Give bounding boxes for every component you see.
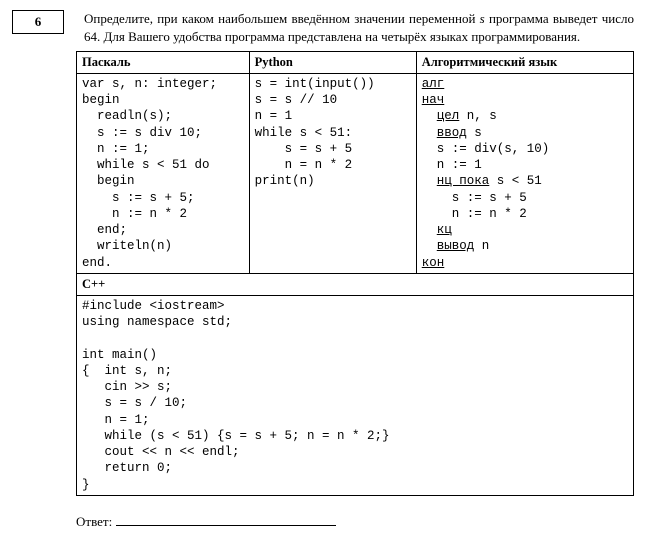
code-table: Паскаль Python Алгоритмический язык var …: [76, 51, 634, 496]
alg-kw-kc: кц: [437, 223, 452, 237]
code-cpp: #include <iostream> using namespace std;…: [77, 295, 634, 495]
alg-kw-vyvod: вывод: [437, 239, 475, 253]
alg-l7b: s < 51: [489, 174, 542, 188]
problem-statement: Определите, при каком наибольшем введённ…: [84, 10, 634, 45]
question-number-box: 6: [12, 10, 64, 34]
header-python: Python: [249, 52, 416, 74]
answer-row: Ответ:: [76, 512, 634, 531]
alg-kw-kon: кон: [422, 256, 445, 270]
answer-label: Ответ:: [76, 513, 112, 531]
alg-kw-ncpoka: нц пока: [437, 174, 490, 188]
answer-blank-line[interactable]: [116, 512, 336, 526]
header-pascal: Паскаль: [77, 52, 250, 74]
alg-kw-cel: цел: [437, 109, 460, 123]
alg-kw-nach: нач: [422, 93, 445, 107]
header-alg: Алгоритмический язык: [416, 52, 633, 74]
alg-l11b: n: [474, 239, 489, 253]
alg-l4b: s: [467, 126, 482, 140]
alg-l8: s := s + 5: [422, 191, 527, 205]
alg-l5: s := div(s, 10): [422, 142, 550, 156]
header-cpp: С++: [77, 273, 634, 295]
problem-text-part1: Определите, при каком наибольшем введённ…: [84, 11, 480, 26]
alg-l9: n := n * 2: [422, 207, 527, 221]
alg-l3b: n, s: [459, 109, 497, 123]
alg-kw-alg: алг: [422, 77, 445, 91]
alg-l6: n := 1: [422, 158, 482, 172]
code-python: s = int(input()) s = s // 10 n = 1 while…: [249, 73, 416, 273]
alg-kw-vvod: ввод: [437, 126, 467, 140]
code-pascal: var s, n: integer; begin readln(s); s :=…: [77, 73, 250, 273]
code-alg: алг нач цел n, s ввод s s := div(s, 10) …: [416, 73, 633, 273]
